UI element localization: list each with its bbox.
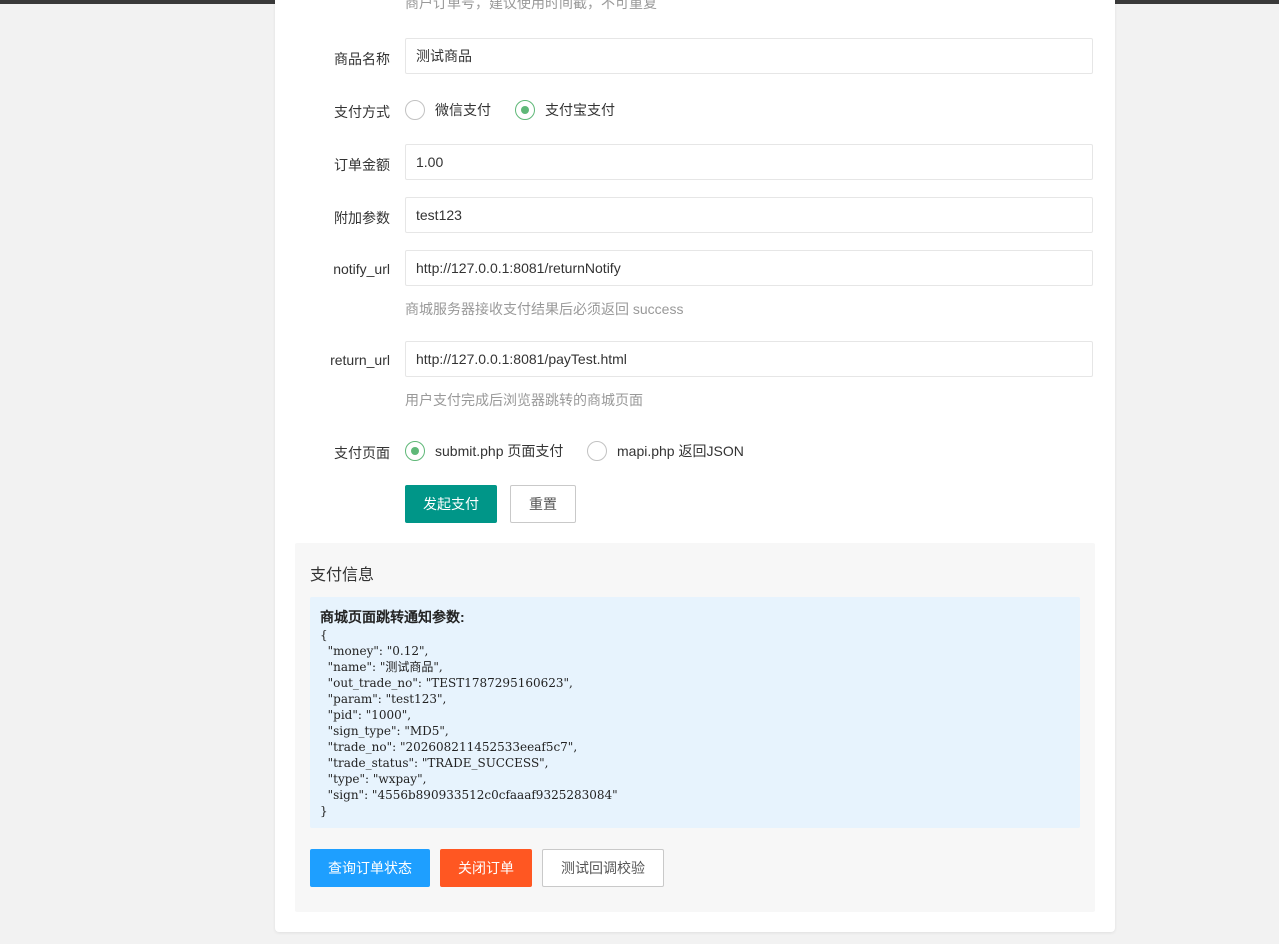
paypage-radio-submit[interactable]: submit.php 页面支付 <box>405 441 563 461</box>
paypage-radio-mapi[interactable]: mapi.php 返回JSON <box>587 441 744 461</box>
paytype-label: 支付方式 <box>334 104 390 120</box>
pay-info-title: 支付信息 <box>310 567 375 584</box>
notify-params-title: 商城页面跳转通知参数: <box>320 609 465 625</box>
query-order-button[interactable]: 查询订单状态 <box>310 849 430 887</box>
param-input[interactable]: test123 <box>405 197 1093 233</box>
name-input[interactable]: 测试商品 <box>405 38 1093 74</box>
radio-checked-icon <box>515 100 535 120</box>
paypage-option-label: mapi.php 返回JSON <box>617 443 744 459</box>
return-url-input[interactable]: http://127.0.0.1:8081/payTest.html <box>405 341 1093 377</box>
amount-label: 订单金额 <box>334 157 390 173</box>
paytype-radio-wxpay[interactable]: 微信支付 <box>405 100 491 120</box>
reset-button[interactable]: 重置 <box>510 485 576 523</box>
paypage-option-label: submit.php 页面支付 <box>435 443 564 459</box>
param-label: 附加参数 <box>334 210 390 226</box>
amount-input[interactable]: 1.00 <box>405 144 1093 180</box>
radio-checked-icon <box>405 441 425 461</box>
notify-url-help: 商城服务器接收支付结果后必须返回 success <box>405 301 684 317</box>
verify-callback-button[interactable]: 测试回调校验 <box>542 849 664 887</box>
paypage-label: 支付页面 <box>334 445 390 461</box>
radio-unchecked-icon <box>405 100 425 120</box>
submit-pay-button[interactable]: 发起支付 <box>405 485 497 523</box>
paytype-option-label: 微信支付 <box>435 102 491 118</box>
close-order-button[interactable]: 关闭订单 <box>440 849 532 887</box>
return-url-label: return_url <box>330 352 390 368</box>
radio-unchecked-icon <box>587 441 607 461</box>
notify-params-json: { "money": "0.12", "name": "测试商品", "out_… <box>320 628 618 818</box>
name-label: 商品名称 <box>334 51 390 67</box>
notify-url-label: notify_url <box>333 261 390 277</box>
paytype-radio-alipay[interactable]: 支付宝支付 <box>515 100 615 120</box>
return-url-help: 用户支付完成后浏览器跳转的商城页面 <box>405 392 643 408</box>
notify-url-input[interactable]: http://127.0.0.1:8081/returnNotify <box>405 250 1093 286</box>
notify-params-box: 商城页面跳转通知参数: { "money": "0.12", "name": "… <box>310 597 1080 828</box>
out-trade-no-help: 商户订单号，建议使用时间截，不可重复 <box>405 0 657 11</box>
paytype-option-label: 支付宝支付 <box>545 102 615 118</box>
